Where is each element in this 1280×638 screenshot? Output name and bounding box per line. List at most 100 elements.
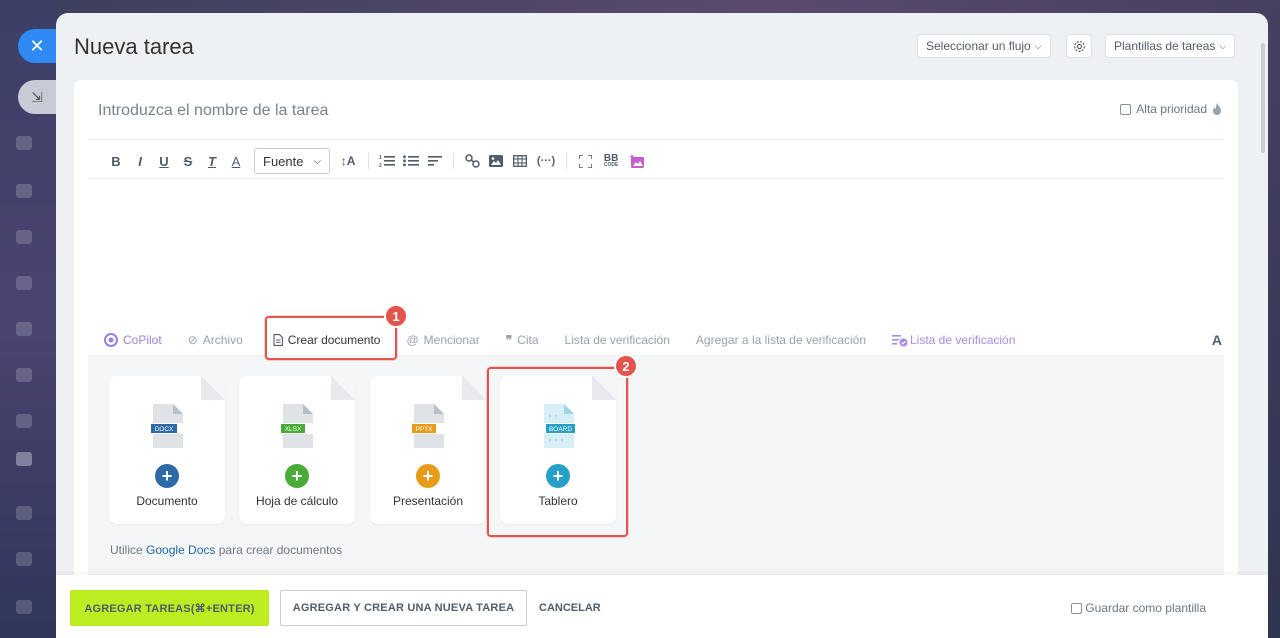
callout-badge-1: 1 [384, 304, 408, 328]
sidebar-icon [16, 322, 32, 336]
high-priority-checkbox[interactable] [1120, 103, 1132, 115]
new-pptx-tile[interactable]: PPTX + Presentación [370, 376, 486, 524]
plus-icon: + [285, 464, 309, 488]
tile-fold [462, 376, 486, 400]
text-color-button[interactable]: A [224, 149, 248, 173]
add-to-checklist-label: Agregar a la lista de verificación [695, 333, 866, 347]
google-docs-prefix: Utilice [110, 543, 143, 557]
paperclip-icon: ⊘ [187, 333, 198, 347]
bbcode-sub-icon: CODE [603, 162, 619, 169]
xlsx-label: Hoja de cálculo [255, 494, 339, 508]
task-form-card: Alta prioridad B I U S T A Fuente ⌵ ↕A 1… [74, 80, 1238, 590]
high-priority-toggle[interactable]: Alta prioridad [1120, 102, 1222, 116]
code-button[interactable]: (···) [532, 149, 560, 173]
strikethrough-button[interactable]: S [176, 149, 200, 173]
at-icon: @ [406, 333, 419, 347]
fullscreen-icon [578, 154, 592, 168]
pptx-label: Presentación [392, 494, 464, 508]
toolbar-separator [566, 153, 568, 169]
save-as-template-label: Guardar como plantilla [1085, 601, 1206, 615]
file-label: Archivo [202, 333, 243, 347]
underline-button[interactable]: U [152, 149, 176, 173]
sidebar-icon [16, 230, 32, 244]
google-docs-link[interactable]: Google Docs [146, 543, 215, 557]
new-xlsx-tile[interactable]: XLSX + Hoja de cálculo [239, 376, 355, 524]
divider [88, 178, 1224, 179]
task-title-input[interactable] [98, 102, 898, 120]
sidebar-icon [16, 452, 32, 466]
xlsx-file-icon: XLSX [279, 404, 315, 448]
footer-bar: AGREGAR TAREAS(⌘+ENTER) AGREGAR Y CREAR … [56, 575, 1268, 638]
sidebar-icon [16, 184, 32, 198]
copilot-label: CoPilot [123, 333, 162, 347]
sidebar-icon [16, 136, 32, 150]
description-editor[interactable] [88, 190, 1224, 320]
bullet-list-icon [403, 155, 420, 167]
tile-fold [201, 376, 225, 400]
sidebar-icon [16, 276, 32, 290]
select-flow-button[interactable]: Seleccionar un flujo ⌵ [917, 34, 1051, 58]
italic-button[interactable]: I [128, 149, 152, 173]
quote-label: Cita [517, 333, 539, 347]
docx-label: Documento [136, 494, 198, 508]
font-toggle-button[interactable]: A [1212, 332, 1222, 348]
bullet-list-button[interactable] [399, 149, 423, 173]
minimize-slider-button[interactable]: ⇲ [18, 80, 60, 114]
collapse-icon: ⇲ [31, 88, 43, 105]
task-templates-label: Plantillas de tareas [1114, 39, 1216, 53]
select-flow-label: Seleccionar un flujo [926, 39, 1031, 53]
tile-fold [331, 376, 355, 400]
ai-image-icon [629, 153, 645, 168]
mention-label: Mencionar [423, 333, 480, 347]
pptx-file-icon: PPTX [410, 404, 446, 448]
checklist-ai-icon [892, 334, 908, 346]
checklist-ai-button[interactable]: Lista de verificación [892, 333, 1015, 347]
table-icon [513, 155, 528, 167]
scrollbar[interactable] [1261, 43, 1265, 153]
page-title: Nueva tarea [74, 34, 194, 59]
chevron-down-icon: ⌵ [1219, 40, 1227, 51]
cancel-button[interactable]: CANCELAR [539, 590, 601, 626]
image-button[interactable] [484, 149, 508, 173]
sidebar-icon [16, 414, 32, 428]
align-button[interactable] [423, 149, 447, 173]
file-button[interactable]: ⊘ Archivo [188, 333, 243, 347]
fullscreen-button[interactable] [573, 149, 597, 173]
add-to-checklist-button[interactable]: Agregar a la lista de verificación [696, 333, 866, 347]
numbered-list-icon: 1 2 [379, 155, 396, 168]
fire-icon [1213, 102, 1221, 115]
quote-button[interactable]: ❞ Cita [506, 333, 539, 347]
link-button[interactable] [460, 149, 484, 173]
bbcode-button[interactable]: BB CODE [597, 149, 625, 173]
add-and-create-new-button[interactable]: AGREGAR Y CREAR UNA NUEVA TAREA [280, 590, 527, 626]
new-docx-tile[interactable]: DOCX + Documento [109, 376, 225, 524]
font-select[interactable]: Fuente ⌵ [254, 148, 331, 174]
google-docs-suffix: para crear documentos [218, 543, 343, 557]
numbered-list-button[interactable]: 1 2 [375, 149, 399, 173]
table-button[interactable] [508, 149, 532, 173]
plus-icon: + [416, 464, 440, 488]
chevron-down-icon: ⌵ [313, 155, 322, 167]
mention-button[interactable]: @ Mencionar [406, 333, 479, 347]
close-icon: ✕ [29, 35, 45, 56]
highlight-create-document [265, 316, 397, 360]
copilot-button[interactable]: CoPilot [104, 333, 162, 347]
font-size-button[interactable]: ↕A [334, 149, 362, 173]
copilot-image-button[interactable] [625, 149, 649, 173]
checklist-button[interactable]: Lista de verificación [565, 333, 670, 347]
divider [88, 139, 1224, 140]
task-panel: Nueva tarea Seleccionar un flujo ⌵ Plant… [56, 13, 1268, 638]
add-tasks-button[interactable]: AGREGAR TAREAS(⌘+ENTER) [70, 590, 269, 626]
settings-button[interactable] [1066, 34, 1092, 58]
checklist-ai-label: Lista de verificación [910, 333, 1016, 347]
bold-button[interactable]: B [104, 149, 128, 173]
sidebar-icon [16, 506, 32, 520]
save-as-template-checkbox[interactable] [1071, 602, 1083, 614]
clear-format-button[interactable]: T [200, 149, 224, 173]
task-templates-button[interactable]: Plantillas de tareas ⌵ [1105, 34, 1236, 58]
chevron-down-icon: ⌵ [1034, 40, 1042, 51]
callout-badge-2: 2 [614, 354, 638, 378]
save-as-template-toggle[interactable]: Guardar como plantilla [1071, 601, 1206, 615]
toolbar-separator [368, 153, 370, 169]
close-slider-button[interactable]: ✕ [18, 29, 60, 63]
